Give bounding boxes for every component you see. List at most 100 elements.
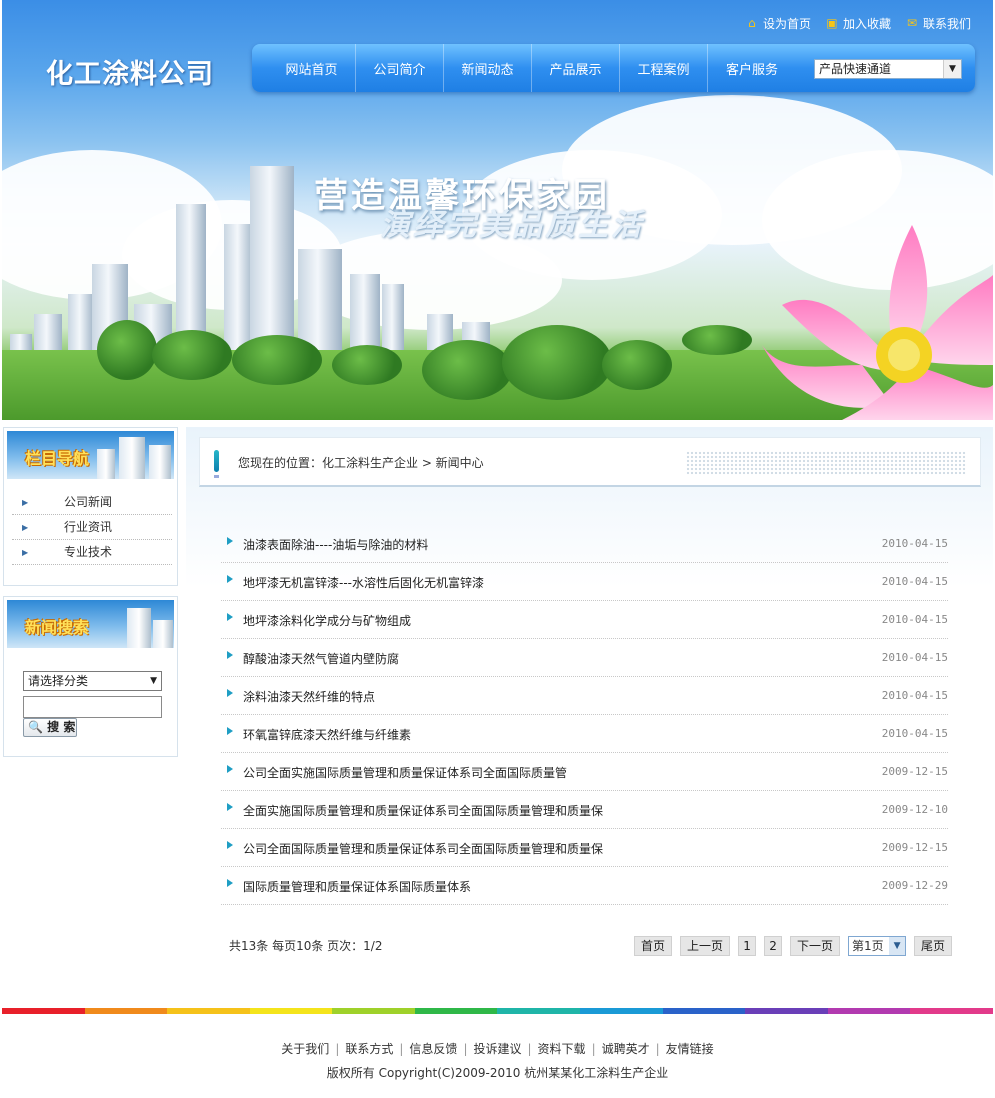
- list-item[interactable]: 环氧富锌底漆天然纤维与纤维素 2010-04-15: [221, 715, 948, 753]
- building: [127, 608, 151, 648]
- nav-products[interactable]: 产品展示: [532, 44, 620, 92]
- arrow-icon: [227, 841, 233, 849]
- page-2-button[interactable]: 2: [764, 936, 783, 956]
- bullet-icon: ▶: [22, 498, 29, 507]
- news-title[interactable]: 公司全面实施国际质量管理和质量保证体系司全面国际质量管: [243, 764, 567, 781]
- building: [119, 437, 145, 479]
- arrow-icon: [227, 765, 233, 773]
- list-item[interactable]: 国际质量管理和质量保证体系国际质量体系 2009-12-29: [221, 867, 948, 905]
- add-favorite-link[interactable]: ▣ 加入收藏: [825, 15, 891, 32]
- rainbow-segment: [580, 1008, 663, 1014]
- news-title[interactable]: 地坪漆涂料化学成分与矿物组成: [243, 612, 411, 629]
- page-select[interactable]: 第1页 ▼: [848, 936, 907, 956]
- news-title[interactable]: 油漆表面除油----油垢与除油的材料: [243, 536, 428, 553]
- news-title[interactable]: 全面实施国际质量管理和质量保证体系司全面国际质量管理和质量保: [243, 802, 603, 819]
- list-item[interactable]: 油漆表面除油----油垢与除油的材料 2010-04-15: [221, 525, 948, 563]
- building: [97, 449, 115, 479]
- sidebar-item-label: 专业技术: [64, 545, 113, 559]
- news-search-title: 新闻搜索: [25, 618, 90, 637]
- search-button[interactable]: 🔍 搜 索: [23, 718, 77, 737]
- chevron-down-icon: ▼: [150, 676, 157, 686]
- breadcrumb-marker-icon: [214, 450, 219, 472]
- set-home-link[interactable]: ⌂ 设为首页: [745, 15, 811, 32]
- list-item[interactable]: 地坪漆涂料化学成分与矿物组成 2010-04-15: [221, 601, 948, 639]
- separator: |: [527, 1042, 532, 1056]
- news-title[interactable]: 地坪漆无机富锌漆---水溶性后固化无机富锌漆: [243, 574, 484, 591]
- tree: [232, 335, 322, 385]
- search-icon: 🔍: [28, 720, 43, 734]
- list-item[interactable]: 公司全面国际质量管理和质量保证体系司全面国际质量管理和质量保 2009-12-15: [221, 829, 948, 867]
- nav-news[interactable]: 新闻动态: [444, 44, 532, 92]
- arrow-icon: [227, 575, 233, 583]
- copyright: 版权所有 Copyright(C)2009-2010 杭州某某化工涂料生产企业: [326, 1066, 669, 1080]
- news-date: 2009-12-29: [881, 879, 948, 892]
- category-select-value: 请选择分类: [28, 674, 89, 688]
- footer-link-friends[interactable]: 友情链接: [666, 1042, 714, 1056]
- footer-link-contact[interactable]: 联系方式: [345, 1042, 393, 1056]
- tree: [97, 320, 157, 380]
- pagination: 首页 上一页 1 2 下一页 第1页 ▼ 尾页: [634, 936, 953, 956]
- news-title[interactable]: 环氧富锌底漆天然纤维与纤维素: [243, 726, 411, 743]
- footer-link-jobs[interactable]: 诚聘英才: [602, 1042, 650, 1056]
- slogan-line-2: 演绎完美品质生活: [380, 208, 644, 243]
- building: [149, 445, 171, 479]
- list-item[interactable]: 公司全面实施国际质量管理和质量保证体系司全面国际质量管 2009-12-15: [221, 753, 948, 791]
- contact-link[interactable]: ✉ 联系我们: [905, 15, 971, 32]
- product-quick-select[interactable]: 产品快速通道 ▼: [814, 59, 962, 79]
- rainbow-segment: [249, 1008, 333, 1014]
- arrow-icon: [227, 879, 233, 887]
- rainbow-segment: [414, 1008, 498, 1014]
- footer-link-complaint[interactable]: 投诉建议: [473, 1042, 521, 1056]
- arrow-icon: [227, 727, 233, 735]
- sidebar-item-tech[interactable]: ▶ 专业技术: [12, 540, 172, 565]
- news-title[interactable]: 公司全面国际质量管理和质量保证体系司全面国际质量管理和质量保: [243, 840, 603, 857]
- footer-link-downloads[interactable]: 资料下载: [538, 1042, 586, 1056]
- sidebar-item-industry-info[interactable]: ▶ 行业资讯: [12, 515, 172, 540]
- rainbow-segment: [167, 1008, 250, 1014]
- site-logo: 化工涂料公司: [46, 59, 214, 90]
- column-nav-box: 栏目导航 ▶ 公司新闻 ▶ 行业资讯 ▶ 专业技术: [3, 427, 178, 586]
- bullet-icon: ▶: [22, 523, 29, 532]
- list-item[interactable]: 地坪漆无机富锌漆---水溶性后固化无机富锌漆 2010-04-15: [221, 563, 948, 601]
- separator: |: [463, 1042, 468, 1056]
- page-select-value: 第1页: [852, 939, 884, 953]
- news-title[interactable]: 醇酸油漆天然气管道内壁防腐: [243, 650, 399, 667]
- news-title[interactable]: 涂料油漆天然纤维的特点: [243, 688, 375, 705]
- nav-cases[interactable]: 工程案例: [620, 44, 708, 92]
- list-item[interactable]: 醇酸油漆天然气管道内壁防腐 2010-04-15: [221, 639, 948, 677]
- news-title[interactable]: 国际质量管理和质量保证体系国际质量体系: [243, 878, 471, 895]
- list-item[interactable]: 涂料油漆天然纤维的特点 2010-04-15: [221, 677, 948, 715]
- dot-pattern-decoration: [686, 451, 966, 475]
- rainbow-divider: [2, 1008, 993, 1014]
- lotus-flower-image: [762, 225, 993, 420]
- column-nav-header: 栏目导航: [7, 431, 174, 479]
- tree: [502, 325, 612, 400]
- news-search-box: 新闻搜索 请选择分类 ▼ 🔍 搜 索: [3, 596, 178, 757]
- keyword-input[interactable]: [23, 696, 162, 718]
- sidebar-item-company-news[interactable]: ▶ 公司新闻: [12, 490, 172, 515]
- footer-link-feedback[interactable]: 信息反馈: [409, 1042, 457, 1056]
- footer-link-about[interactable]: 关于我们: [281, 1042, 329, 1056]
- nav-service[interactable]: 客户服务: [708, 44, 796, 92]
- next-page-button[interactable]: 下一页: [790, 936, 841, 956]
- arrow-icon: [227, 689, 233, 697]
- list-item[interactable]: 全面实施国际质量管理和质量保证体系司全面国际质量管理和质量保 2009-12-10: [221, 791, 948, 829]
- favorite-icon: ▣: [826, 16, 838, 30]
- nav-about[interactable]: 公司简介: [356, 44, 444, 92]
- news-search-header: 新闻搜索: [7, 600, 174, 648]
- tree: [682, 325, 752, 355]
- header-banner: ⌂ 设为首页 ▣ 加入收藏 ✉ 联系我们 化工涂料公司 网站首页 公司简介 新闻动态 …: [2, 0, 993, 420]
- last-page-button[interactable]: 尾页: [914, 936, 953, 956]
- category-select[interactable]: 请选择分类 ▼: [23, 671, 162, 691]
- news-date: 2010-04-15: [881, 651, 948, 664]
- prev-page-button[interactable]: 上一页: [680, 936, 731, 956]
- first-page-button[interactable]: 首页: [634, 936, 673, 956]
- footer-links: 关于我们 | 联系方式 | 信息反馈 | 投诉建议 | 资料下载 | 诚聘英才 | 友情链接: [0, 1040, 995, 1057]
- nav-home[interactable]: 网站首页: [268, 44, 356, 92]
- tree: [332, 345, 402, 385]
- news-date: 2010-04-15: [881, 537, 948, 550]
- page-1-button[interactable]: 1: [738, 936, 757, 956]
- tree: [422, 340, 512, 400]
- separator: |: [335, 1042, 340, 1056]
- news-date: 2009-12-15: [881, 765, 948, 778]
